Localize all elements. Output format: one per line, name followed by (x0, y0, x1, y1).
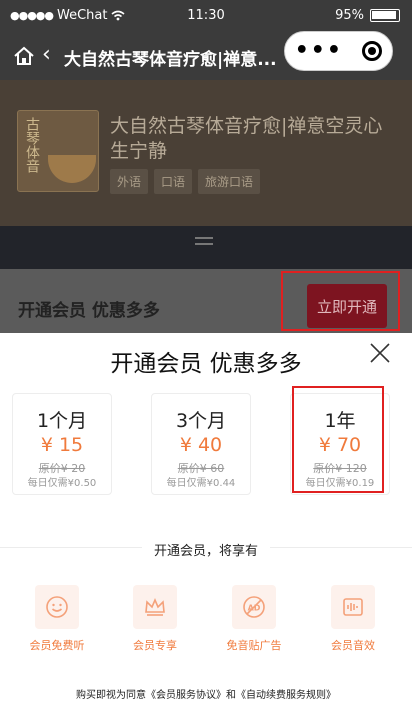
smile-icon (35, 585, 79, 629)
subscribe-button-highlight (281, 271, 400, 331)
plan-name: 3个月 (175, 410, 227, 432)
battery-icon (370, 9, 400, 22)
plan-daily-price: 每日仅需¥0.50 (27, 478, 97, 489)
plan-price: ¥ 15 (40, 434, 84, 456)
benefit-no-ads[interactable]: AD 免音贴广告 (219, 585, 289, 653)
benefits-heading-text: 开通会员，将享有 (141, 544, 270, 559)
plan-card-3-months[interactable]: 3个月 ¥ 40 原价¥ 60 每日仅需¥0.44 (151, 393, 251, 495)
membership-sheet: 开通会员 优惠多多 1个月 ¥ 15 原价¥ 20 每日仅需¥0.50 3个月 … (0, 333, 412, 714)
status-bar: ●●●●● WeChat 11:30 95% (0, 0, 412, 32)
benefit-label: 会员专享 (133, 639, 177, 652)
plan-price: ¥ 40 (179, 434, 223, 456)
benefit-exclusive[interactable]: 会员专享 (120, 585, 190, 653)
drag-handle-icon[interactable] (195, 237, 213, 245)
drag-bar (0, 226, 412, 269)
benefit-label: 会员音效 (331, 639, 375, 652)
benefit-label: 免音贴广告 (226, 639, 282, 652)
agreement-text[interactable]: 购买即视为同意《会员服务协议》和《自动续费服务规则》 (0, 686, 412, 701)
plan-name: 1个月 (36, 410, 88, 432)
benefit-sound-effects[interactable]: 会员音效 (318, 585, 388, 653)
battery-percent: 95% (335, 8, 364, 23)
close-mini-program-icon[interactable] (362, 41, 383, 61)
album-tag[interactable]: 外语 (110, 169, 149, 194)
soundwave-icon (331, 585, 375, 629)
home-icon[interactable] (12, 44, 36, 68)
benefits-heading: 开通会员，将享有 (0, 540, 412, 559)
close-icon[interactable] (370, 343, 390, 363)
benefit-free-listening[interactable]: 会员免费听 (22, 585, 92, 653)
album-header: 古琴体音 大自然古琴体音疗愈|禅意空灵心生宁静 外语 口语 旅游口语 (0, 80, 412, 226)
album-tag[interactable]: 口语 (154, 169, 193, 194)
mini-program-capsule: ••• (284, 31, 393, 71)
plan-card-1-month[interactable]: 1个月 ¥ 15 原价¥ 20 每日仅需¥0.50 (12, 393, 112, 495)
more-icon[interactable]: ••• (295, 40, 343, 62)
album-title: 大自然古琴体音疗愈|禅意空灵心生宁静 (110, 115, 383, 162)
promo-title: 开通会员 优惠多多 (18, 301, 160, 321)
plan-daily-price: 每日仅需¥0.44 (166, 478, 236, 489)
album-tags: 外语 口语 旅游口语 (110, 169, 261, 194)
crown-icon (133, 585, 177, 629)
status-right: 95% (335, 8, 400, 23)
nav-title: 大自然古琴体音疗愈|禅意... (64, 50, 277, 70)
album-cover: 古琴体音 (17, 110, 99, 192)
singing-bowl-image (48, 155, 96, 183)
sheet-title: 开通会员 优惠多多 (110, 351, 302, 377)
back-icon[interactable]: ‹ (42, 42, 51, 67)
benefit-label: 会员免费听 (29, 639, 85, 652)
cover-text: 古琴体音 (24, 117, 40, 173)
selected-plan-highlight (292, 386, 384, 493)
no-ad-icon: AD (232, 585, 276, 629)
album-tag[interactable]: 旅游口语 (198, 169, 261, 194)
